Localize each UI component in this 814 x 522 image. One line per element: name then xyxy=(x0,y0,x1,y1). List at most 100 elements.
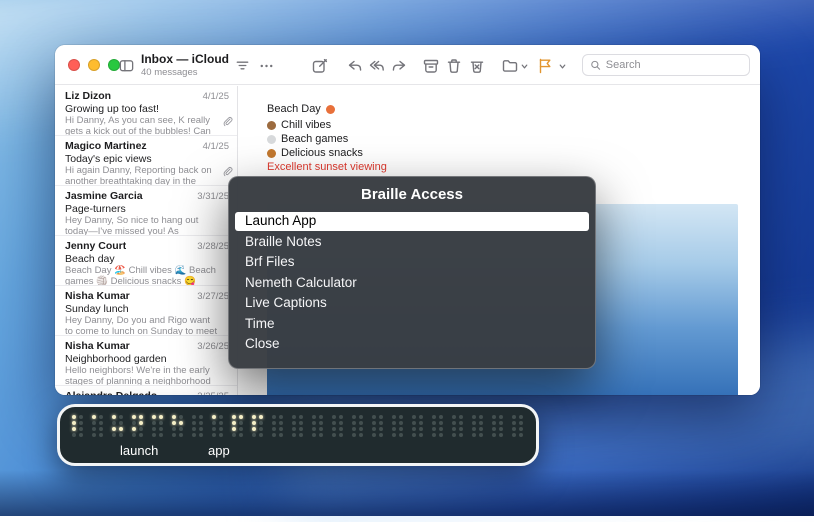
chevron-down-icon xyxy=(520,62,529,71)
braille-word-2: app xyxy=(208,443,230,458)
message-subject: Page-turners xyxy=(65,203,229,215)
reply-icon xyxy=(346,57,364,75)
search-field[interactable] xyxy=(582,54,750,76)
reply-all-icon xyxy=(368,57,386,75)
braille-cell xyxy=(392,415,403,437)
message-sender: Alejandra Delgado xyxy=(65,390,157,395)
message-row[interactable]: Nisha Kumar 3/27/25 Sunday lunch Hey Dan… xyxy=(55,286,237,336)
braille-access-title: Braille Access xyxy=(232,186,592,203)
braille-access-panel: Braille Access Launch App Braille Notes … xyxy=(228,176,596,369)
forward-icon xyxy=(390,57,408,75)
body-title: Beach Day xyxy=(267,102,321,116)
chevron-down-icon xyxy=(558,62,567,71)
message-row[interactable]: Liz Dizon 4/1/25 Growing up too fast! Hi… xyxy=(55,86,237,136)
message-sender: Nisha Kumar xyxy=(65,290,130,302)
compose-button[interactable] xyxy=(310,56,330,76)
message-date: 4/1/25 xyxy=(203,91,229,103)
braille-cell xyxy=(192,415,203,437)
braille-cell xyxy=(492,415,503,437)
message-preview: Hi again Danny, Reporting back on anothe… xyxy=(65,165,229,186)
menu-item-nemeth-calculator[interactable]: Nemeth Calculator xyxy=(235,274,589,293)
message-row[interactable]: Jasmine Garcia 3/31/25 Page-turners Hey … xyxy=(55,186,237,236)
message-row[interactable]: Magico Martinez 4/1/25 Today's epic view… xyxy=(55,136,237,186)
reply-all-button[interactable] xyxy=(367,56,387,76)
beach-umbrella-icon xyxy=(326,105,335,114)
message-sender: Liz Dizon xyxy=(65,90,111,102)
message-preview: Beach Day 🏖️ Chill vibes 🌊 Beach games 🏐… xyxy=(65,265,229,286)
message-subject: Sunday lunch xyxy=(65,303,229,315)
archive-icon xyxy=(422,57,440,75)
braille-cell xyxy=(92,415,103,437)
search-icon xyxy=(590,59,601,71)
sidebar-toggle-button[interactable] xyxy=(117,56,136,75)
forward-button[interactable] xyxy=(389,56,409,76)
sidebar-icon xyxy=(118,57,135,74)
move-to-folder-button[interactable] xyxy=(500,56,520,76)
message-sender: Jenny Court xyxy=(65,240,126,252)
volleyball-icon xyxy=(267,135,276,144)
message-subject: Growing up too fast! xyxy=(65,103,229,115)
braille-cell xyxy=(372,415,383,437)
folder-menu-button[interactable] xyxy=(519,61,530,72)
more-button[interactable] xyxy=(257,56,276,75)
reply-button[interactable] xyxy=(345,56,365,76)
braille-cell xyxy=(512,415,523,437)
message-row[interactable]: Jenny Court 3/28/25 Beach day Beach Day … xyxy=(55,236,237,286)
menu-item-close[interactable]: Close xyxy=(235,335,589,354)
trash-button[interactable] xyxy=(444,56,464,76)
search-input[interactable] xyxy=(606,59,742,71)
braille-menu-list: Launch App Braille Notes Brf Files Nemet… xyxy=(232,212,592,354)
message-date: 3/28/25 xyxy=(197,241,229,253)
message-subject: Neighborhood garden xyxy=(65,353,229,365)
message-list: Liz Dizon 4/1/25 Growing up too fast! Hi… xyxy=(55,86,238,395)
junk-button[interactable] xyxy=(467,56,487,76)
braille-display-bar: launch app xyxy=(57,404,539,466)
paperclip-icon xyxy=(222,166,233,177)
message-preview: Hey Danny, So nice to hang out today—I'v… xyxy=(65,215,229,236)
paperclip-icon xyxy=(222,116,233,127)
message-sender: Magico Martinez xyxy=(65,140,147,152)
message-subject: Today's epic views xyxy=(65,153,229,165)
close-window-button[interactable] xyxy=(68,59,80,71)
wallpaper-bottom-shade xyxy=(0,470,814,516)
braille-cell xyxy=(412,415,423,437)
body-item-text: Chill vibes xyxy=(281,118,331,132)
archive-button[interactable] xyxy=(421,56,441,76)
message-date: 3/31/25 xyxy=(197,191,229,203)
filter-icon xyxy=(234,57,251,74)
menu-item-brf-files[interactable]: Brf Files xyxy=(235,253,589,272)
message-row[interactable]: Nisha Kumar 3/26/25 Neighborhood garden … xyxy=(55,336,237,386)
compose-icon xyxy=(311,57,329,75)
flag-menu-button[interactable] xyxy=(557,61,568,72)
body-item-text: Beach games xyxy=(281,132,348,146)
window-title: Inbox — iCloud xyxy=(141,52,229,66)
braille-cell xyxy=(232,415,243,437)
body-highlight-line[interactable]: Excellent sunset viewing xyxy=(267,160,387,174)
message-count: 40 messages xyxy=(141,67,229,78)
braille-cell xyxy=(312,415,323,437)
braille-cell xyxy=(132,415,143,437)
message-date: 3/27/25 xyxy=(197,291,229,303)
braille-cell xyxy=(292,415,303,437)
menu-item-live-captions[interactable]: Live Captions xyxy=(235,294,589,313)
menu-item-launch-app[interactable]: Launch App xyxy=(235,212,589,231)
filter-button[interactable] xyxy=(233,56,252,75)
flag-icon xyxy=(536,57,554,75)
trash-icon xyxy=(445,57,463,75)
more-icon xyxy=(258,57,275,74)
folder-icon xyxy=(501,57,519,75)
menu-item-time[interactable]: Time xyxy=(235,315,589,334)
braille-cell xyxy=(332,415,343,437)
braille-cell xyxy=(212,415,223,437)
braille-cell xyxy=(272,415,283,437)
message-preview: Hello neighbors! We're in the early stag… xyxy=(65,365,229,386)
minimize-window-button[interactable] xyxy=(88,59,100,71)
menu-item-braille-notes[interactable]: Braille Notes xyxy=(235,233,589,252)
window-titlebar[interactable]: Inbox — iCloud 40 messages xyxy=(55,45,760,85)
braille-word-1: launch xyxy=(120,443,158,458)
body-item-list: Chill vibes Beach games Delicious snacks xyxy=(267,118,740,160)
window-controls xyxy=(68,59,120,71)
message-row[interactable]: Alejandra Delgado 3/25/25 xyxy=(55,386,237,395)
flag-button[interactable] xyxy=(535,56,555,76)
message-date: 3/26/25 xyxy=(197,341,229,353)
